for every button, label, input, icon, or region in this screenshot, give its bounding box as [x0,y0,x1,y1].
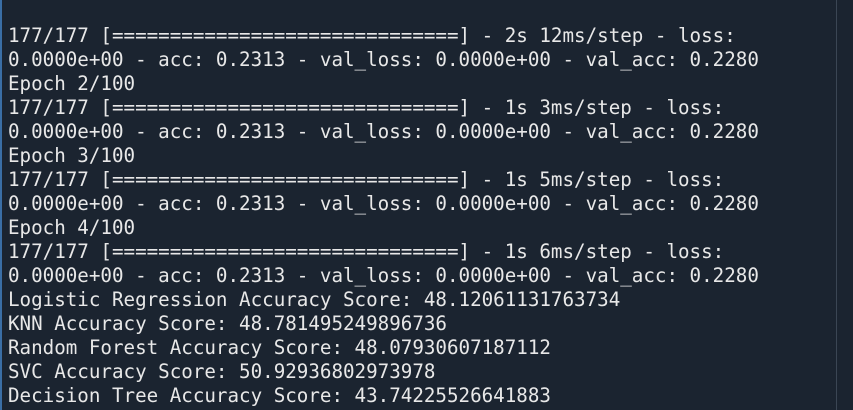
terminal-line: 0.0000e+00 - acc: 0.2313 - val_loss: 0.0… [8,264,759,287]
terminal-line: 0.0000e+00 - acc: 0.2313 - val_loss: 0.0… [8,48,759,71]
terminal-line: SVC Accuracy Score: 50.92936802973978 [8,360,436,383]
terminal-line: Epoch 2/100 [8,72,136,95]
terminal-line: 177/177 [==============================]… [8,24,736,47]
terminal-line: 0.0000e+00 - acc: 0.2313 - val_loss: 0.0… [8,120,759,143]
terminal-output: 177/177 [==============================]… [0,0,836,410]
terminal-line: Epoch 4/100 [8,216,136,239]
terminal-line: Logistic Regression Accuracy Score: 48.1… [8,288,621,311]
terminal-line: KNN Accuracy Score: 48.781495249896736 [8,312,447,335]
terminal-line: Epoch 3/100 [8,144,136,167]
terminal-line: 0.0000e+00 - acc: 0.2313 - val_loss: 0.0… [8,192,759,215]
terminal-line: Decision Tree Accuracy Score: 43.7422552… [8,384,551,407]
terminal-line: 177/177 [==============================]… [8,240,725,263]
scrollbar[interactable] [836,0,853,410]
terminal-line: 177/177 [==============================]… [8,168,725,191]
terminal-line: Random Forest Accuracy Score: 48.0793060… [8,336,551,359]
terminal-line: 177/177 [==============================]… [8,96,725,119]
terminal-lines: 177/177 [==============================]… [8,24,836,408]
